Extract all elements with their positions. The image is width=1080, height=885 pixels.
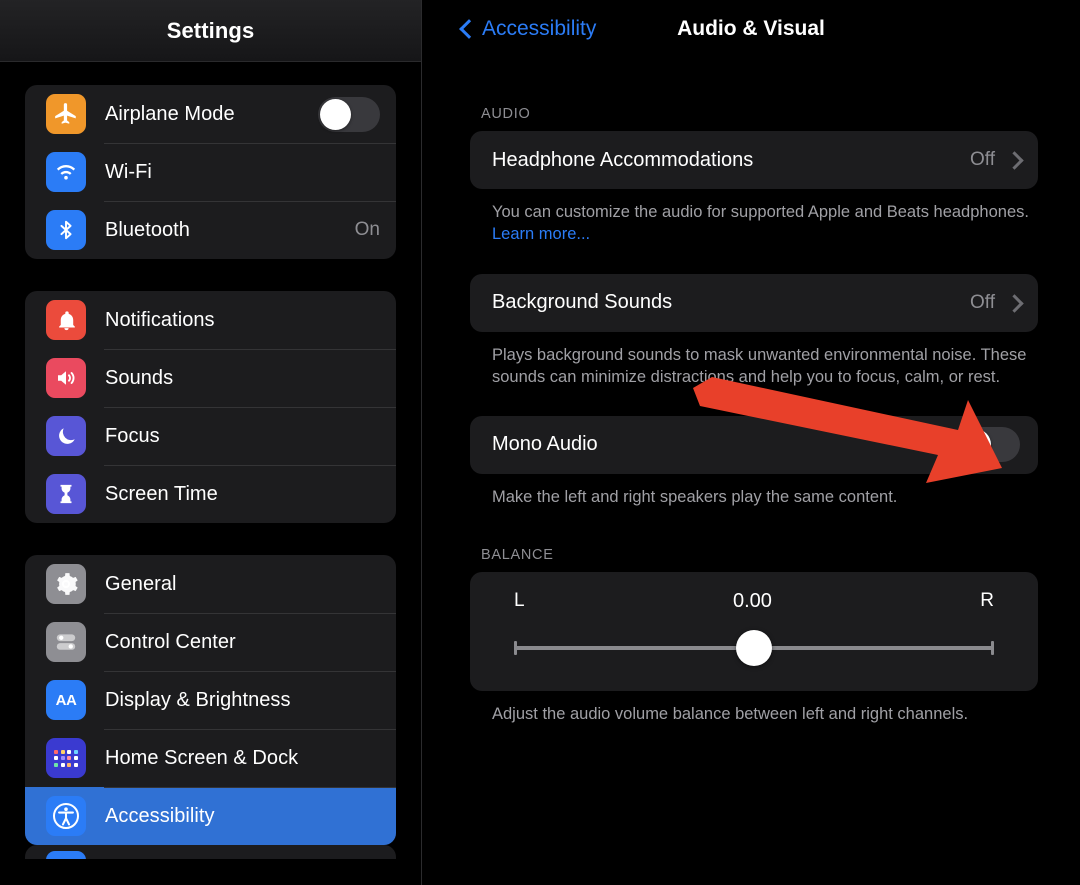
slider-knob[interactable]: [736, 629, 772, 666]
back-button-label: Accessibility: [482, 17, 597, 40]
app-grid-icon: [46, 738, 86, 778]
sidebar-item-sounds[interactable]: Sounds: [25, 349, 396, 407]
sidebar-group-connectivity: Airplane Mode Wi-Fi Bluetooth On: [25, 85, 396, 259]
sidebar-item-label: Focus: [105, 424, 160, 447]
moon-icon: [46, 416, 86, 456]
toggle-knob: [320, 98, 351, 130]
sidebar-item-label: Control Center: [105, 630, 236, 653]
sidebar-item-label: Airplane Mode: [105, 102, 235, 125]
row-value: Off: [970, 149, 995, 170]
row-label: Mono Audio: [492, 433, 598, 456]
toggle-knob: [960, 429, 991, 461]
sidebar-item-label: Sounds: [105, 366, 174, 389]
headphone-accommodations-row[interactable]: Headphone Accommodations Off: [470, 131, 1038, 189]
slider-cap-right: [991, 640, 994, 655]
background-sounds-row[interactable]: Background Sounds Off: [470, 274, 1038, 332]
airplane-icon: [46, 94, 86, 134]
sidebar-item-home-screen-dock[interactable]: Home Screen & Dock: [25, 729, 396, 787]
balance-card: L 0.00 R: [470, 571, 1038, 691]
sidebar-item-bluetooth[interactable]: Bluetooth On: [25, 201, 396, 259]
detail-header: Accessibility Audio & Visual: [422, 0, 1080, 58]
mono-audio-row[interactable]: Mono Audio: [470, 416, 1038, 474]
sidebar-item-label: Home Screen & Dock: [105, 746, 299, 769]
page-title: Settings: [166, 17, 255, 43]
section-header-balance: BALANCE: [481, 546, 554, 563]
chevron-right-icon: [1008, 293, 1020, 313]
balance-right-label: R: [980, 590, 994, 612]
sidebar-item-accessibility[interactable]: Accessibility: [25, 787, 396, 845]
background-sounds-card: Background Sounds Off: [470, 273, 1038, 332]
mono-audio-toggle[interactable]: [958, 427, 1020, 463]
sidebar-item-label: Wi-Fi: [105, 160, 152, 183]
sidebar-item-screen-time[interactable]: Screen Time: [25, 465, 396, 523]
sidebar-item-label: Accessibility: [105, 804, 215, 827]
chevron-right-icon: [1008, 150, 1020, 170]
airplane-mode-toggle[interactable]: [318, 96, 380, 132]
footnote-text: You can customize the audio for supporte…: [492, 203, 1029, 221]
balance-labels-row: L 0.00 R: [492, 590, 1016, 613]
sidebar-item-display-brightness[interactable]: AA Display & Brightness: [25, 671, 396, 729]
sidebar-group-system: General Control Center AA Display & Brig…: [25, 555, 396, 845]
sidebar-item-label: Bluetooth: [105, 218, 190, 241]
ipad-settings-screen: Settings Airplane Mode Wi-Fi Bluetooth O…: [0, 0, 1080, 885]
chevron-left-icon: [460, 18, 473, 40]
sidebar-item-label: Screen Time: [105, 482, 218, 505]
sidebar-item-wifi[interactable]: Wi-Fi: [25, 143, 396, 201]
detail-body: AUDIO Headphone Accommodations Off You c…: [422, 106, 1080, 726]
section-header-audio: AUDIO: [481, 106, 531, 122]
speaker-icon: [46, 358, 86, 398]
sidebar-item-label: Notifications: [105, 308, 215, 331]
accessibility-icon: [46, 796, 86, 836]
sidebar-item-label: General: [105, 572, 177, 595]
balance-value: 0.00: [732, 589, 772, 612]
aa-text-icon: AA: [46, 680, 86, 720]
wifi-icon: [46, 152, 86, 192]
sidebar-item-focus[interactable]: Focus: [25, 407, 396, 465]
balance-footnote: Adjust the audio volume balance between …: [492, 704, 969, 723]
sidebar-header: Settings: [0, 0, 421, 62]
sliders-icon: [46, 622, 86, 662]
background-sounds-footnote: Plays background sounds to mask unwanted…: [492, 345, 1027, 386]
row-label: Background Sounds: [492, 291, 673, 314]
back-button[interactable]: Accessibility: [460, 17, 596, 41]
sidebar-item-control-center[interactable]: Control Center: [25, 613, 396, 671]
balance-slider[interactable]: [492, 629, 1016, 666]
sidebar-item-notifications[interactable]: Notifications: [25, 291, 396, 349]
sidebar-item-general[interactable]: General: [25, 555, 396, 613]
settings-sidebar: Settings Airplane Mode Wi-Fi Bluetooth O…: [0, 0, 421, 885]
sidebar-item-partial-next[interactable]: [25, 845, 396, 859]
row-value: Off: [970, 291, 995, 313]
bell-icon: [46, 300, 86, 340]
balance-left-label: L: [514, 590, 525, 612]
headphone-accommodations-card: Headphone Accommodations Off: [470, 131, 1038, 189]
headphone-accommodations-footnote: You can customize the audio for supporte…: [492, 202, 1031, 246]
sidebar-item-value: On: [354, 219, 380, 240]
sidebar-item-label: Display & Brightness: [105, 688, 291, 711]
gear-icon: [46, 564, 86, 604]
detail-panel: Accessibility Audio & Visual AUDIO Headp…: [422, 0, 1080, 885]
sidebar-scroll-area[interactable]: Airplane Mode Wi-Fi Bluetooth On Notific…: [0, 85, 421, 859]
row-label: Headphone Accommodations: [492, 148, 754, 171]
sidebar-group-alerts: Notifications Sounds Focus Screen Time: [25, 291, 396, 523]
hourglass-icon: [46, 474, 86, 514]
bluetooth-icon: [46, 210, 86, 250]
learn-more-link[interactable]: Learn more...: [492, 225, 590, 243]
partial-app-icon: [46, 851, 86, 859]
slider-cap-left: [514, 640, 517, 655]
sidebar-item-airplane-mode[interactable]: Airplane Mode: [25, 85, 396, 143]
mono-audio-footnote: Make the left and right speakers play th…: [492, 487, 898, 506]
mono-audio-card: Mono Audio: [470, 415, 1038, 474]
